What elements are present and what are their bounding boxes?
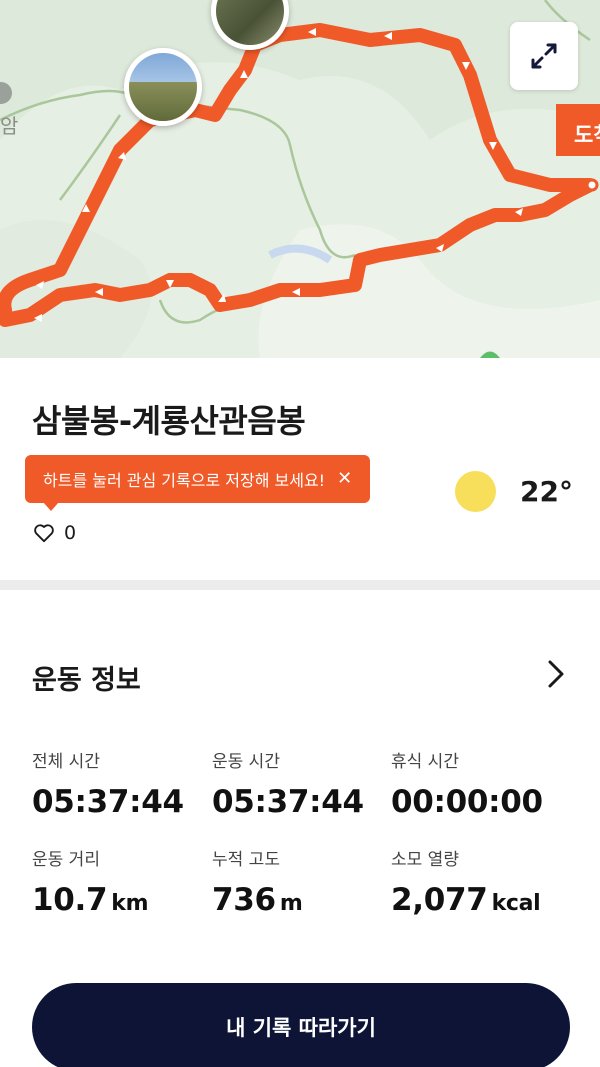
follow-record-button[interactable]: 내 기록 따라가기 bbox=[32, 983, 570, 1067]
like-hint-tooltip: 하트를 눌러 관심 기록으로 저장해 보세요! ✕ bbox=[25, 455, 371, 511]
stat-calories: 소모 열량 2,077 kcal bbox=[391, 845, 541, 918]
sun-icon bbox=[455, 471, 496, 512]
stat-label: 운동 거리 bbox=[32, 850, 100, 870]
value-number: 05:37:44 bbox=[32, 784, 184, 820]
exercise-info-section: 운동 정보 전체 시간 05:37:44 운동 시간 05:37:44 휴식 시… bbox=[0, 590, 600, 1067]
value-unit: km bbox=[111, 891, 149, 916]
value-number: 2,077 bbox=[391, 882, 488, 918]
photo-ground bbox=[216, 0, 284, 45]
stat-label: 전체 시간 bbox=[32, 752, 100, 772]
value-unit: kcal bbox=[491, 891, 541, 916]
arrival-marker: 도착 bbox=[556, 104, 600, 156]
close-icon[interactable]: ✕ bbox=[337, 470, 352, 488]
chevron-right-icon[interactable] bbox=[542, 654, 570, 694]
like-count: 0 bbox=[64, 522, 77, 544]
stat-label: 휴식 시간 bbox=[391, 752, 459, 772]
stat-value: 736 m bbox=[212, 882, 303, 918]
value-number: 736 bbox=[212, 882, 276, 918]
temperature: 22° bbox=[520, 475, 573, 508]
record-title: 삼불봉-계룡산관음봉 bbox=[32, 402, 306, 440]
value-number: 00:00:00 bbox=[391, 784, 543, 820]
map-place-label: 암 bbox=[0, 114, 19, 138]
photo-marker-mountain[interactable] bbox=[124, 48, 202, 126]
stat-label: 누적 고도 bbox=[212, 850, 280, 870]
stat-value: 10.7 km bbox=[32, 882, 149, 918]
expand-arrows-icon bbox=[531, 43, 557, 69]
photo-ground bbox=[129, 81, 197, 121]
route-map[interactable]: 암 도착 bbox=[0, 0, 600, 358]
weather-info: 22° bbox=[455, 471, 573, 512]
stat-value: 00:00:00 bbox=[391, 784, 543, 820]
stat-rest-time: 휴식 시간 00:00:00 bbox=[391, 747, 543, 820]
section-divider bbox=[0, 580, 600, 590]
stat-elevation: 누적 고도 736 m bbox=[212, 845, 303, 918]
stat-value: 05:37:44 bbox=[212, 784, 364, 820]
value-number: 05:37:44 bbox=[212, 784, 364, 820]
photo-sky bbox=[129, 53, 197, 84]
section-title: 운동 정보 bbox=[32, 665, 141, 696]
value-number: 10.7 bbox=[32, 882, 108, 918]
like-button[interactable]: 0 bbox=[33, 522, 76, 544]
stat-label: 소모 열량 bbox=[391, 850, 459, 870]
record-summary: 삼불봉-계룡산관음봉 하트를 눌러 관심 기록으로 저장해 보세요! ✕ 0 2… bbox=[0, 358, 600, 580]
stat-label: 운동 시간 bbox=[212, 752, 280, 772]
stat-value: 2,077 kcal bbox=[391, 882, 541, 918]
heart-icon bbox=[34, 524, 54, 543]
stat-exercise-time: 운동 시간 05:37:44 bbox=[212, 747, 364, 820]
photo-marker-forest[interactable] bbox=[211, 0, 289, 50]
stat-distance: 운동 거리 10.7 km bbox=[32, 845, 149, 918]
stat-value: 05:37:44 bbox=[32, 784, 184, 820]
stat-total-time: 전체 시간 05:37:44 bbox=[32, 747, 184, 820]
value-unit: m bbox=[279, 891, 303, 916]
expand-map-button[interactable] bbox=[510, 22, 578, 90]
tooltip-text: 하트를 눌러 관심 기록으로 저장해 보세요! bbox=[43, 471, 326, 490]
